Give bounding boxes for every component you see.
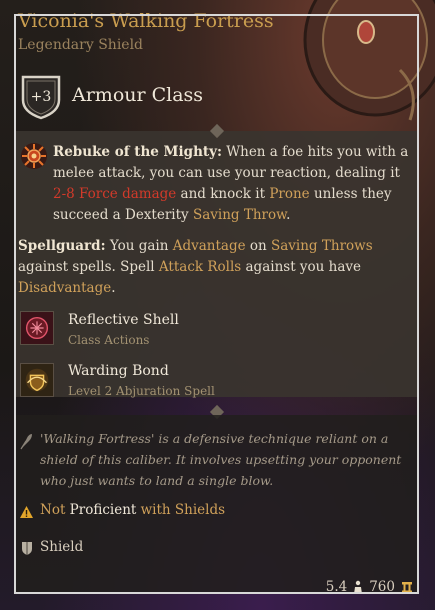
rebuke-text-4: .: [286, 207, 291, 223]
attack-rolls-link[interactable]: Attack Rolls: [159, 259, 241, 275]
item-weight: 5.4: [325, 579, 348, 595]
saving-throws-link[interactable]: Saving Throws: [271, 238, 373, 254]
warding-bond-subtitle: Level 2 Abjuration Spell: [68, 384, 215, 398]
armour-label: Armour Class: [72, 84, 204, 106]
warding-bond-icon[interactable]: [20, 363, 54, 397]
item-value: 760: [369, 579, 395, 595]
lore-text: 'Walking Fortress' is a defensive techni…: [40, 431, 402, 488]
rebuke-text-2: and knock it: [176, 186, 270, 202]
item-type: Shield: [40, 539, 84, 555]
reflective-shell-subtitle: Class Actions: [68, 333, 150, 347]
item-rarity: Legendary Shield: [18, 37, 144, 53]
proficient-label: Proficient: [65, 502, 137, 518]
reflective-shell-title[interactable]: Reflective Shell: [68, 312, 179, 328]
shield-icon: [22, 542, 32, 555]
rebuke-of-the-mighty-text: Rebuke of the Mighty: When a foe hits yo…: [53, 142, 415, 226]
spellguard-text-4: against you have: [241, 259, 362, 275]
shield-artwork: [303, 0, 435, 121]
with-shields-label: with Shields: [136, 502, 226, 518]
item-name: Viconia's Walking Fortress: [18, 10, 274, 32]
spellguard-name: Spellguard:: [18, 238, 106, 254]
spellguard-text-3: against spells. Spell: [18, 259, 159, 275]
rebuke-sun-icon: [21, 143, 47, 169]
warding-bond-title[interactable]: Warding Bond: [68, 363, 169, 379]
prone-link[interactable]: Prone: [269, 186, 309, 202]
spellguard-text-1: You gain: [105, 238, 173, 254]
force-damage-link[interactable]: 2-8 Force damage: [53, 186, 176, 202]
weight-icon: [354, 580, 363, 594]
disadvantage-link[interactable]: Disadvantage: [18, 280, 111, 296]
item-footer: 5.4 760: [326, 579, 413, 595]
rebuke-name: Rebuke of the Mighty:: [53, 144, 222, 160]
warning-icon: [20, 506, 33, 518]
gold-icon: [402, 581, 412, 593]
feather-icon: [20, 434, 32, 450]
not-label: Not: [40, 502, 66, 518]
proficiency-warning: Not Proficient with Shields: [40, 502, 225, 518]
saving-throw-link[interactable]: Saving Throw: [193, 207, 286, 223]
reflective-shell-icon[interactable]: [20, 311, 54, 345]
armour-value: +3: [31, 89, 52, 105]
advantage-link[interactable]: Advantage: [173, 238, 246, 254]
spellguard-text-2: on: [245, 238, 271, 254]
spellguard-text-5: .: [111, 280, 116, 296]
spellguard-text: Spellguard: You gain Advantage on Saving…: [18, 236, 413, 299]
shield-badge-icon: +3: [21, 75, 61, 120]
